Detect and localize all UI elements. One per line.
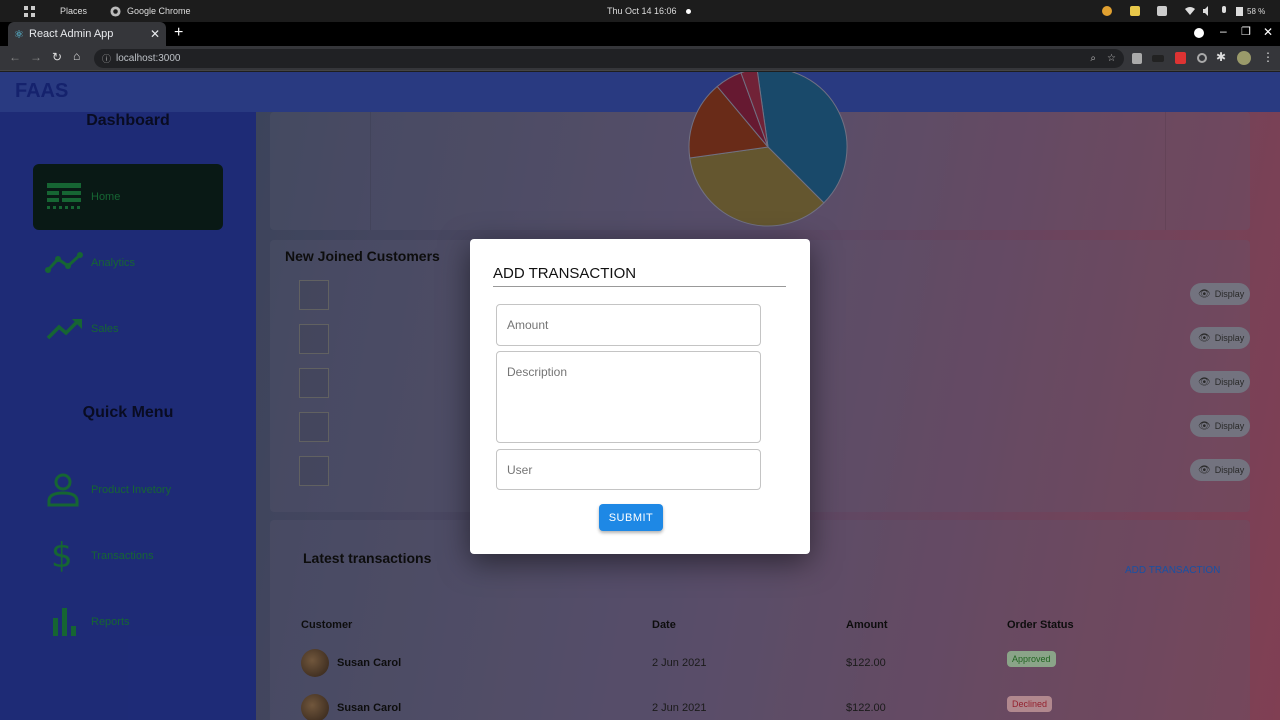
chrome-app-icon [110,0,121,22]
react-favicon-icon: ⚛ [14,28,24,41]
home-icon[interactable]: ⌂ [73,49,80,63]
chrome-tray-icon[interactable] [1102,6,1112,16]
maximize-icon[interactable]: ❐ [1241,25,1251,38]
chrome-menu-icon[interactable]: ⋮ [1262,50,1274,64]
submit-button[interactable]: SUBMIT [599,504,663,531]
tab-title: React Admin App [29,28,114,40]
extension-icon[interactable] [1132,53,1142,64]
bookmark-star-icon[interactable]: ☆ [1107,53,1116,64]
browser-tab-strip: ⚛ React Admin App ✕ + – ❐ ✕ [0,22,1280,46]
url-text: localhost:3000 [116,53,181,64]
volume-icon[interactable] [1202,6,1212,16]
minimize-icon[interactable]: – [1220,24,1227,38]
wifi-icon[interactable] [1185,6,1195,16]
close-window-icon[interactable]: ✕ [1263,25,1273,39]
microphone-icon[interactable] [1219,6,1229,16]
extension-icon[interactable] [1175,52,1186,64]
new-tab-icon[interactable]: + [174,24,183,42]
shield-tray-icon[interactable] [1130,6,1140,16]
profile-avatar[interactable] [1237,51,1251,65]
browser-tab[interactable]: ⚛ React Admin App ✕ [8,22,166,46]
puzzle-extensions-icon[interactable]: ✱ [1216,50,1226,64]
reload-icon[interactable]: ↻ [52,50,62,64]
amount-input[interactable] [496,304,761,346]
user-input[interactable] [496,449,761,490]
extension-icon[interactable] [1197,53,1207,63]
zoom-icon[interactable]: ⌕ [1090,53,1096,64]
notification-dot-icon [686,0,691,22]
apps-grid-icon[interactable] [24,0,35,22]
battery-icon[interactable] [1236,6,1246,16]
address-bar[interactable]: ⓘ localhost:3000 ⌕ ☆ [94,49,1124,68]
add-transaction-modal: ADD TRANSACTION SUBMIT [470,239,810,554]
os-top-bar: Places Google Chrome Thu Oct 14 16:06 58… [0,0,1280,22]
browser-toolbar: ← → ↻ ⌂ ⓘ localhost:3000 ⌕ ☆ ✱ ⋮ [0,46,1280,71]
back-icon[interactable]: ← [9,50,21,64]
close-tab-icon[interactable]: ✕ [150,27,160,41]
description-input[interactable] [496,351,761,443]
site-info-icon[interactable]: ⓘ [102,52,111,65]
modal-title: ADD TRANSACTION [493,265,786,287]
clock[interactable]: Thu Oct 14 16:06 [607,0,677,22]
extension-icon[interactable] [1152,55,1164,62]
app-menu-label[interactable]: Google Chrome [127,0,191,22]
battery-percent: 58 % [1247,6,1266,16]
tab-search-icon[interactable] [1194,28,1204,38]
places-menu[interactable]: Places [60,0,87,22]
clipboard-tray-icon[interactable] [1157,6,1167,16]
forward-icon[interactable]: → [30,50,42,64]
